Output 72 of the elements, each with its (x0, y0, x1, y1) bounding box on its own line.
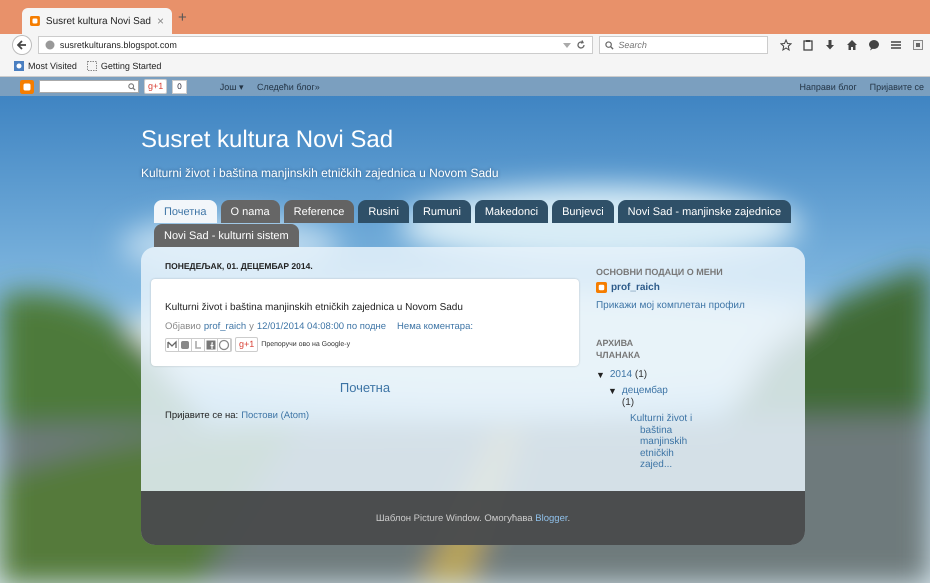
new-tab-button[interactable]: + (178, 8, 187, 26)
download-icon[interactable] (824, 39, 836, 51)
archive-toggle[interactable]: ▼ (608, 385, 617, 397)
profile-heading: ОСНОВНИ ПОДАЦИ О МЕНИ (596, 267, 724, 277)
page-tab[interactable]: O nama (220, 200, 280, 223)
profile-link[interactable]: Прикажи мој комплетан профил (596, 300, 745, 311)
archive-heading: АРХИВА ЧЛАНАКА (596, 337, 642, 361)
timestamp-link[interactable]: 12/01/2014 04:08:00 по подне (256, 321, 386, 332)
feed-link[interactable]: Постови (Atom) (241, 410, 310, 421)
search-icon (605, 40, 614, 50)
posted-by-label: Објавио (165, 321, 201, 332)
blogger-icon[interactable] (20, 80, 34, 94)
chat-icon[interactable] (868, 39, 880, 51)
bookmarks-icon (14, 61, 24, 71)
home-icon[interactable] (846, 39, 858, 51)
star-icon[interactable] (780, 39, 792, 51)
browser-tab[interactable]: Susret kultura Novi Sad × (22, 8, 172, 34)
footer-text: Шаблон Picture Window. Омогућава Blogger. (376, 512, 570, 524)
archive-toggle[interactable]: ▼ (596, 369, 605, 381)
blogger-share-icon[interactable] (179, 338, 192, 350)
reload-icon[interactable] (576, 40, 586, 50)
at-label: у (249, 321, 254, 332)
home-link[interactable]: Почетна (340, 380, 390, 395)
close-tab-button[interactable]: × (156, 14, 164, 28)
plus-one-count: 0 (172, 80, 187, 94)
archive-link[interactable]: 2014 (610, 369, 632, 380)
blog-description: Kulturni život i baština manjinskih etničkih zajednica u Novom Sadu (141, 166, 500, 180)
blogger-icon (596, 282, 607, 293)
menu-icon[interactable] (890, 39, 902, 51)
page-tab[interactable]: Makedonci (474, 200, 548, 223)
blog-title[interactable]: Susret kultura Novi Sad (141, 126, 805, 154)
page-tab[interactable]: Novi Sad - manjinske zajednice (618, 200, 792, 223)
back-button[interactable] (12, 35, 32, 55)
bookmark[interactable]: Getting Started (86, 61, 162, 71)
blogger-link[interactable]: Blogger (535, 512, 568, 524)
archive-count: (1) (622, 397, 634, 408)
blogger-icon (30, 15, 40, 27)
archive-link[interactable]: децембар (622, 385, 668, 396)
plus-one-button[interactable]: g+1 (144, 79, 168, 94)
bookmark[interactable]: Most Visited (14, 61, 77, 71)
page-tab[interactable]: Почетна (154, 200, 216, 223)
window-icon[interactable] (912, 39, 924, 51)
next-blog-link[interactable]: Следећи блог» (256, 82, 320, 92)
blog-search-field[interactable] (39, 80, 139, 93)
back-arrow-icon (16, 40, 27, 50)
feed-label: Пријавите се на: (165, 410, 238, 421)
archive-post-link[interactable]: Kulturni život i baština manjinskih etničkih zajed... (630, 413, 700, 470)
post-body: Kulturni život i baština manjinskih etničkih zajednica u Novom Sadu (165, 302, 464, 313)
page-tab[interactable]: Novi Sad - kulturni sistem (154, 224, 299, 247)
clipboard-icon[interactable] (802, 39, 814, 51)
pinterest-icon[interactable] (218, 338, 231, 350)
address-bar[interactable]: susretkulturans.blogspot.com (38, 36, 594, 54)
plus-one-button[interactable]: g+1 (235, 337, 258, 352)
sign-in-link[interactable]: Пријавите се (870, 82, 924, 92)
date-header: ПОНЕДЕЉАК, 01. ДЕЦЕМБАР 2014. (164, 261, 314, 271)
comments-link[interactable]: Нема коментара: (397, 321, 473, 332)
email-icon[interactable] (166, 338, 179, 350)
profile-name[interactable]: prof_raich (610, 282, 660, 293)
search-icon[interactable] (128, 82, 136, 90)
search-field[interactable]: Search (618, 40, 758, 50)
page-icon (86, 61, 97, 71)
page-tab[interactable]: Reference (284, 200, 354, 223)
page-tab[interactable]: Rumuni (412, 200, 471, 223)
author-link[interactable]: prof_raich (204, 321, 246, 332)
create-blog-link[interactable]: Направи блог (800, 82, 857, 92)
more-menu[interactable]: Још ▾ (220, 82, 244, 92)
globe-icon (44, 40, 55, 50)
page-tab[interactable]: Rusini (358, 200, 409, 223)
page-tab[interactable]: Bunjevci (552, 200, 614, 223)
archive-count: (1) (634, 369, 648, 380)
facebook-icon[interactable] (205, 338, 218, 350)
search-box[interactable]: Search (599, 36, 768, 54)
